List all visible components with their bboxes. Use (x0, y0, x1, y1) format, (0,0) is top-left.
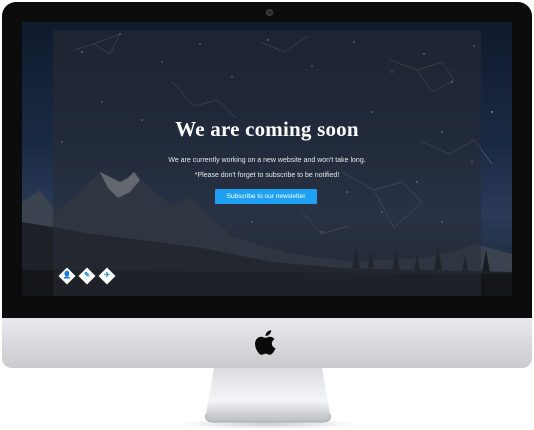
screen: We are coming soon We are currently work… (22, 22, 512, 296)
page-title: We are coming soon (175, 117, 359, 141)
pencil-icon: ✎ (84, 272, 90, 279)
social-link-twitter[interactable]: ✈ (98, 267, 116, 285)
social-link-user[interactable]: 👤 (58, 267, 76, 285)
message-line-2: *Please don't forget to subscribe to be … (194, 172, 340, 179)
social-link-pencil[interactable]: ✎ (78, 267, 96, 285)
twitter-icon: ✈ (104, 272, 110, 279)
subscribe-button[interactable]: Subscribe to our newsletter (215, 189, 317, 204)
coming-soon-content: We are coming soon We are currently work… (53, 30, 481, 296)
message-line-1: We are currently working on a new websit… (168, 157, 366, 164)
user-icon: 👤 (62, 272, 72, 279)
